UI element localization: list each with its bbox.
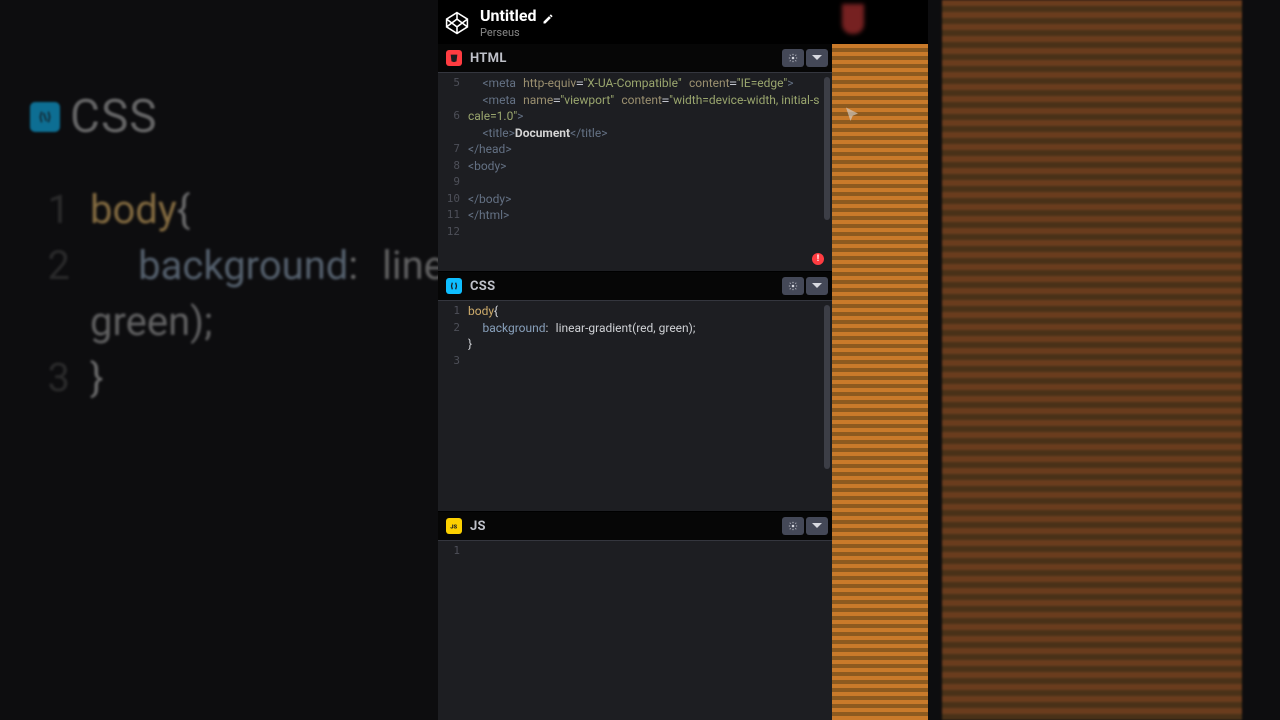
- css-dropdown-button[interactable]: [806, 277, 828, 295]
- bg-css-badge: CSS: [30, 90, 158, 144]
- preview-red-blur: [842, 4, 864, 34]
- js-dropdown-button[interactable]: [806, 517, 828, 535]
- codepen-logo-icon[interactable]: [444, 10, 470, 36]
- html-gutter: 5 6 789101112: [438, 75, 460, 240]
- bg-gradient-preview: [942, 0, 1242, 720]
- css-gutter: 12 3: [438, 303, 460, 369]
- codepen-editor: Untitled Perseus HTML 5 6 789101112 <met…: [438, 0, 832, 720]
- css-icon: [446, 278, 462, 294]
- pen-title: Untitled: [480, 6, 536, 25]
- header: Untitled Perseus: [438, 0, 832, 43]
- css-editor[interactable]: 12 3 body{ background: linear-gradient(r…: [438, 301, 832, 511]
- js-editor[interactable]: 1: [438, 541, 832, 720]
- css-panel-header: CSS: [438, 271, 832, 301]
- css-label: CSS: [470, 279, 495, 294]
- js-panel-header: JS JS: [438, 511, 832, 541]
- svg-text:JS: JS: [450, 525, 457, 531]
- bg-css-label: CSS: [70, 90, 158, 144]
- bg-code-block: 1body{ 2 background: line green); 3}: [30, 182, 430, 406]
- css-scrollbar[interactable]: [824, 305, 830, 469]
- css-settings-button[interactable]: [782, 277, 804, 295]
- html-panel-header: HTML: [438, 43, 832, 73]
- html-icon: [446, 50, 462, 66]
- html-dropdown-button[interactable]: [806, 49, 828, 67]
- js-code[interactable]: [468, 541, 832, 545]
- edit-title-icon[interactable]: [542, 10, 554, 22]
- header-info: Untitled Perseus: [480, 6, 554, 39]
- bg-css-panel: CSS 1body{ 2 background: line green); 3}: [30, 90, 430, 400]
- error-badge-icon[interactable]: !: [812, 253, 824, 265]
- cursor-icon: [843, 106, 861, 124]
- css-code[interactable]: body{ background: linear-gradient(red, g…: [468, 301, 832, 355]
- js-settings-button[interactable]: [782, 517, 804, 535]
- js-label: JS: [470, 519, 486, 534]
- html-editor[interactable]: 5 6 789101112 <meta http-equiv="X-UA-Com…: [438, 73, 832, 271]
- preview-output: [832, 44, 928, 720]
- css-icon: [30, 102, 60, 132]
- html-scrollbar[interactable]: [824, 77, 830, 220]
- pen-author: Perseus: [480, 26, 554, 39]
- html-settings-button[interactable]: [782, 49, 804, 67]
- html-code[interactable]: <meta http-equiv="X-UA-Compatible" conte…: [468, 73, 832, 226]
- title-row[interactable]: Untitled: [480, 6, 554, 25]
- js-gutter: 1: [438, 543, 460, 560]
- html-label: HTML: [470, 51, 507, 66]
- js-icon: JS: [446, 518, 462, 534]
